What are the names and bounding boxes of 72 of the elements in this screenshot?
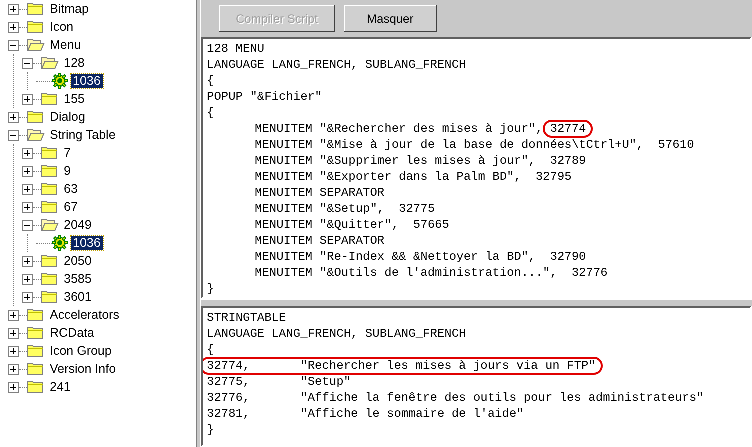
expand-button[interactable] (8, 4, 19, 14)
code-text: MENUITEM SEPARATOR (255, 234, 385, 248)
code-text: } (207, 282, 214, 296)
expand-button[interactable] (8, 382, 19, 392)
expand-button[interactable] (22, 184, 33, 194)
tree-item[interactable]: 128 (62, 56, 87, 70)
code-text: MENUITEM SEPARATOR (255, 186, 385, 200)
tree-item[interactable]: 63 (62, 182, 80, 196)
expand-button[interactable] (8, 112, 19, 122)
circled-code-text: 32774, "Rechercher les mises à jours via un FTP" (203, 357, 603, 375)
code-editor[interactable] (201, 37, 752, 299)
code-text: MENUITEM "&Quitter", 57665 (255, 218, 450, 232)
code-text: 32781, "Affiche le sommaire de l'aide" (207, 407, 524, 421)
tree-item[interactable]: String Table (48, 128, 118, 142)
code-text: MENUITEM "&Mise à jour de la base de données\tCtrl+U", 57610 (255, 138, 694, 152)
code-text: { (207, 106, 214, 120)
expand-button[interactable] (8, 346, 19, 356)
code-text: 32775, "Setup" (207, 375, 352, 389)
expand-button[interactable] (8, 364, 19, 374)
tree-item[interactable]: 67 (62, 200, 80, 214)
collapse-button[interactable] (8, 130, 19, 140)
tree-item[interactable]: 3585 (62, 272, 94, 286)
expand-button[interactable] (22, 292, 33, 302)
code-text: MENUITEM "&Supprimer les mises à jour", 32789 (255, 154, 586, 168)
tree-item[interactable]: Version Info (48, 362, 118, 376)
code-text: MENUITEM "Re-Index && &Nettoyer la BD", 32790 (255, 250, 586, 264)
expand-button[interactable] (22, 148, 33, 158)
tree-item[interactable]: Icon Group (48, 344, 114, 358)
expand-button[interactable] (22, 166, 33, 176)
tree-item[interactable]: 3601 (62, 290, 94, 304)
tree-item[interactable]: 241 (48, 380, 73, 394)
tree-item[interactable]: Menu (48, 38, 84, 52)
code-text: STRINGTABLE (207, 311, 286, 325)
circled-code-text: 32774 (543, 120, 594, 138)
code-text: { (207, 343, 214, 357)
toolbar-button[interactable]: Masquer (344, 5, 437, 32)
expand-button[interactable] (8, 328, 19, 338)
expand-button[interactable] (22, 256, 33, 266)
tree-item[interactable]: 9 (62, 164, 73, 178)
tree-item[interactable]: Dialog (48, 110, 88, 124)
tree-item[interactable]: Bitmap (48, 2, 91, 16)
gear-icon (52, 235, 68, 251)
code-text: MENUITEM "&Outils de l'administration...", 32776 (255, 266, 608, 280)
code-text: LANGUAGE LANG_FRENCH, SUBLANG_FRENCH (207, 327, 466, 341)
tree-item[interactable]: Accelerators (48, 308, 122, 322)
expand-button[interactable] (22, 202, 33, 212)
expand-button[interactable] (8, 310, 19, 320)
expand-button[interactable] (8, 22, 19, 32)
code-text: MENUITEM "&Rechercher des mises à jour", (255, 122, 544, 136)
tree-item[interactable]: Icon (48, 20, 76, 34)
tree-item[interactable]: 7 (62, 146, 73, 160)
code-editor[interactable] (201, 306, 752, 447)
code-text: MENUITEM "&Setup", 32775 (255, 202, 436, 216)
tree-item[interactable]: RCData (48, 326, 96, 340)
tree-item[interactable]: 2050 (62, 254, 94, 268)
collapse-button[interactable] (8, 40, 19, 50)
code-text: 32776, "Affiche la fenêtre des outils pour les administrateurs" (207, 391, 704, 405)
collapse-button[interactable] (22, 58, 33, 68)
code-text: MENUITEM "&Exporter dans la Palm BD", 32795 (255, 170, 572, 184)
code-text: } (207, 423, 214, 437)
expand-button[interactable] (22, 274, 33, 284)
code-text: 128 MENU (207, 42, 265, 56)
tree-item[interactable]: 1036 (71, 74, 103, 88)
code-text: LANGUAGE LANG_FRENCH, SUBLANG_FRENCH (207, 58, 466, 72)
expand-button[interactable] (22, 94, 33, 104)
tree-item[interactable]: 2049 (62, 218, 94, 232)
code-text: POPUP "&Fichier" (207, 90, 322, 104)
code-text: { (207, 74, 214, 88)
gear-icon (52, 73, 68, 89)
tree-item[interactable]: 1036 (71, 236, 103, 250)
tree-item[interactable]: 155 (62, 92, 87, 106)
collapse-button[interactable] (22, 220, 33, 230)
